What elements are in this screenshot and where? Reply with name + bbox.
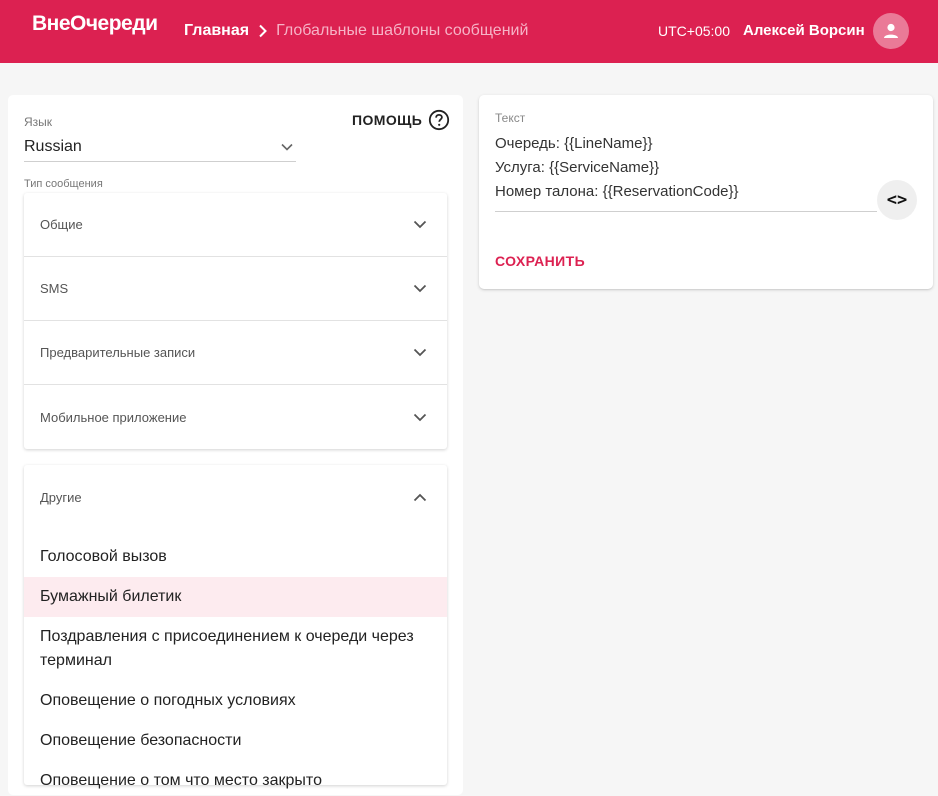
breadcrumb: Главная Глобальные шаблоны сообщений: [184, 22, 528, 40]
chevron-down-icon: [413, 220, 427, 229]
accordion-item-mobile-app[interactable]: Мобильное приложение: [24, 385, 447, 449]
template-text-line: Очередь: {{LineName}}: [495, 135, 653, 152]
list-item-selected[interactable]: Бумажный билетик: [24, 577, 447, 617]
user-name[interactable]: Алексей Ворсин: [743, 22, 865, 39]
code-view-toggle-button[interactable]: <>: [877, 180, 917, 220]
language-label: Язык: [24, 115, 53, 129]
text-field-label: Текст: [495, 111, 526, 125]
accordion-item-reservations[interactable]: Предварительные записи: [24, 321, 447, 385]
list-item[interactable]: Поздравления с присоединением к очереди …: [24, 617, 447, 681]
accordion-item-label: Общие: [40, 217, 83, 232]
accordion-item-label: Предварительные записи: [40, 345, 196, 360]
avatar[interactable]: [873, 13, 909, 49]
language-value: Russian: [24, 137, 82, 155]
accordion-item-label: Мобильное приложение: [40, 409, 187, 425]
help-label: ПОМОЩЬ: [352, 112, 423, 128]
list-item[interactable]: Оповещение о том что место закрыто: [24, 761, 447, 796]
chevron-right-icon: [258, 24, 268, 38]
breadcrumb-current: Глобальные шаблоны сообщений: [276, 22, 529, 39]
template-text-line: Услуга: {{ServiceName}}: [495, 159, 660, 176]
chevron-up-icon: [413, 493, 427, 501]
accordion-item-sms[interactable]: SMS: [24, 257, 447, 321]
list-item[interactable]: Голосовой вызов: [24, 537, 447, 577]
accordion-header-other[interactable]: Другие: [24, 465, 447, 529]
help-circle-icon: [429, 109, 450, 131]
chevron-down-icon: [281, 143, 293, 151]
top-app-bar: ВнеОчереди Главная Глобальные шаблоны со…: [0, 0, 938, 63]
help-button[interactable]: ПОМОЩЬ: [352, 109, 450, 131]
app-logo[interactable]: ВнеОчереди: [32, 12, 158, 36]
breadcrumb-home-link[interactable]: Главная: [184, 22, 249, 40]
code-icon: <>: [886, 190, 908, 210]
save-button[interactable]: СОХРАНИТЬ: [495, 253, 585, 269]
template-text-field[interactable]: Очередь: {{LineName}} Услуга: {{ServiceN…: [495, 132, 877, 212]
list-item[interactable]: Оповещение безопасности: [24, 721, 447, 761]
chevron-down-icon: [413, 413, 427, 421]
accordion-item-general[interactable]: Общие: [24, 193, 447, 257]
message-type-accordion: Общие SMS Предварительные записи Мобильн…: [24, 193, 447, 449]
language-select[interactable]: Russian: [24, 132, 296, 162]
chevron-down-icon: [413, 284, 427, 293]
chevron-down-icon: [413, 348, 427, 357]
list-item[interactable]: Оповещение о погодных условиях: [24, 681, 447, 721]
accordion-item-label: Другие: [40, 489, 82, 505]
other-templates-list: Голосовой вызов Бумажный билетик Поздрав…: [24, 537, 447, 796]
timezone-label: UTC+05:00: [658, 23, 730, 39]
accordion-item-other: Другие Голосовой вызов Бумажный билетик …: [24, 465, 447, 789]
accordion-item-label: SMS: [40, 281, 69, 296]
person-icon: [884, 23, 898, 38]
message-type-label: Тип сообщения: [24, 178, 103, 190]
template-text-line: Номер талона: {{ReservationCode}}: [495, 183, 739, 200]
